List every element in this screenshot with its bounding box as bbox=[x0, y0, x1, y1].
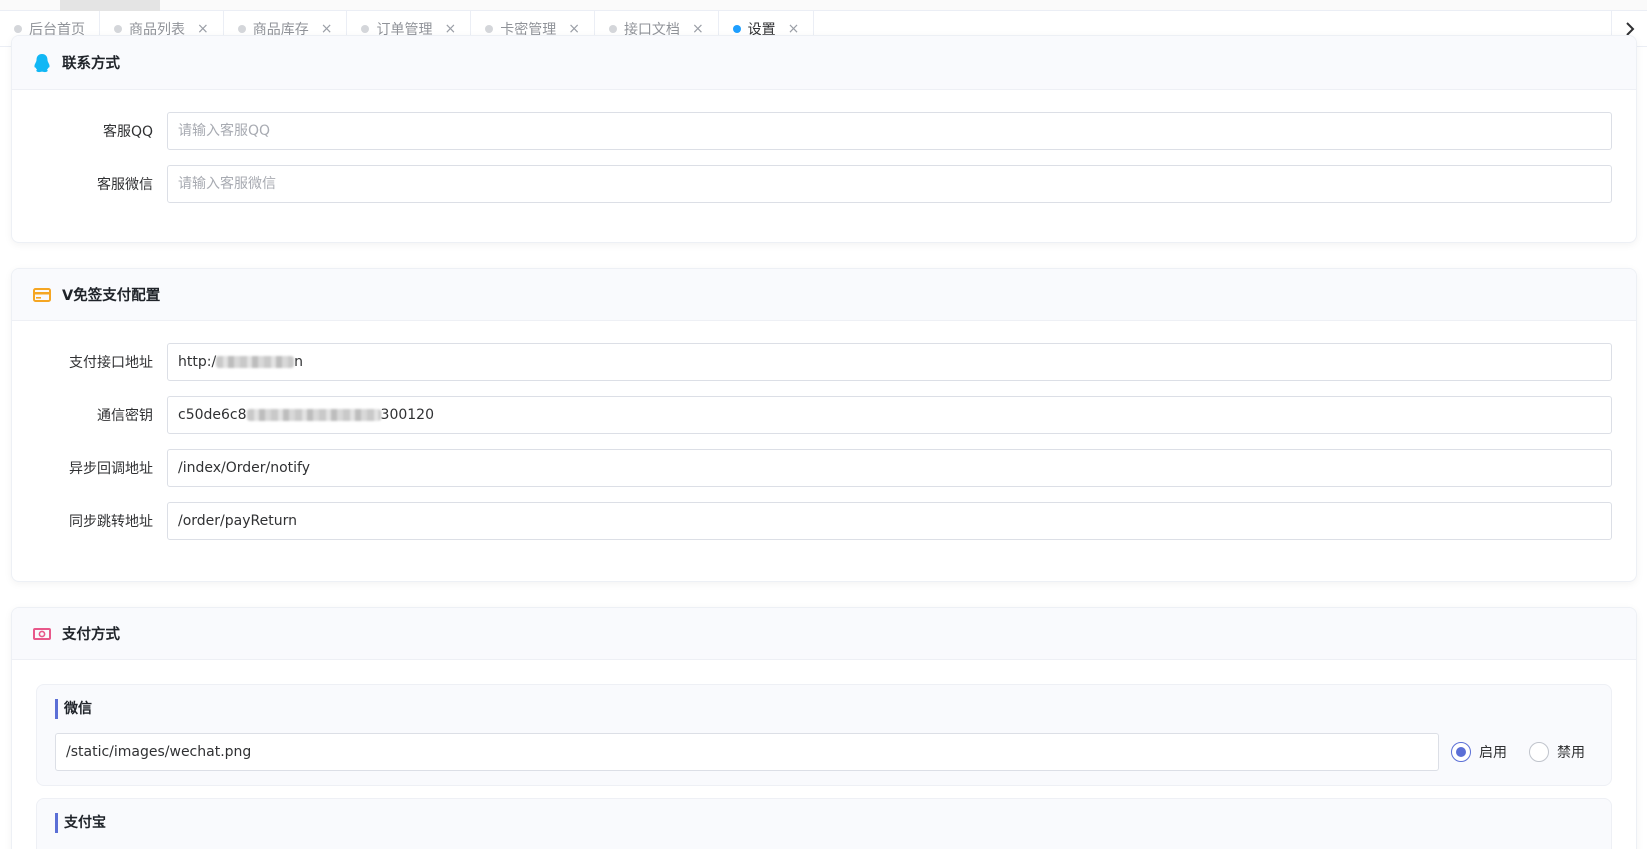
api-url-label: 支付接口地址 bbox=[69, 355, 153, 371]
tab-dot bbox=[14, 25, 22, 33]
card-header: 联系方式 bbox=[12, 36, 1636, 90]
payment-method-name: 支付宝 bbox=[55, 813, 1593, 833]
wechat-label: 客服微信 bbox=[97, 177, 153, 193]
wechat-image-input[interactable] bbox=[55, 733, 1439, 771]
redacted-mask bbox=[216, 356, 295, 368]
disable-label: 禁用 bbox=[1557, 745, 1585, 761]
enable-label: 启用 bbox=[1479, 745, 1507, 761]
close-icon[interactable]: × bbox=[321, 22, 333, 36]
tab-dot bbox=[608, 25, 617, 33]
tab-dot bbox=[237, 25, 246, 33]
top-handle bbox=[60, 0, 160, 11]
contact-card: 联系方式 客服QQ 客服微信 bbox=[11, 35, 1637, 243]
notify-url-label: 异步回调地址 bbox=[69, 461, 153, 477]
payment-method-name: 微信 bbox=[55, 699, 1593, 719]
secret-key-suffix: 300120 bbox=[380, 407, 434, 423]
radio-checked-icon bbox=[1451, 742, 1471, 762]
disable-radio[interactable]: 禁用 bbox=[1529, 742, 1585, 762]
radio-unchecked-icon bbox=[1529, 742, 1549, 762]
api-url-prefix: http:/ bbox=[178, 354, 217, 370]
return-url-input[interactable] bbox=[167, 502, 1612, 540]
payment-methods-card: 支付方式 微信 启用 禁用 支付宝 bbox=[11, 607, 1637, 849]
card-title: V免签支付配置 bbox=[62, 288, 161, 304]
wechat-input[interactable] bbox=[167, 165, 1612, 203]
tab-dot bbox=[485, 25, 494, 33]
chevron-right-icon bbox=[1625, 21, 1634, 36]
notify-url-input[interactable] bbox=[167, 449, 1612, 487]
qq-penguin-icon bbox=[32, 53, 52, 73]
api-url-input[interactable]: http:/ n bbox=[167, 343, 1612, 381]
secret-key-prefix: c50de6c8 bbox=[178, 407, 247, 423]
close-icon[interactable]: × bbox=[788, 22, 800, 36]
vpay-config-card: V免签支付配置 支付接口地址 http:/ n 通信密钥 c50de6c8 3001… bbox=[11, 268, 1637, 582]
close-icon[interactable]: × bbox=[692, 22, 704, 36]
card-header: 支付方式 bbox=[12, 608, 1636, 660]
card-title: 支付方式 bbox=[62, 627, 120, 643]
secret-key-label: 通信密钥 bbox=[97, 408, 153, 424]
close-icon[interactable]: × bbox=[444, 22, 456, 36]
banknote-icon bbox=[32, 624, 52, 644]
close-icon[interactable]: × bbox=[568, 22, 580, 36]
card-header: V免签支付配置 bbox=[12, 269, 1636, 321]
top-strip bbox=[0, 0, 1647, 11]
api-url-suffix: n bbox=[294, 354, 304, 370]
enable-radio[interactable]: 启用 bbox=[1451, 742, 1507, 762]
qq-input[interactable] bbox=[167, 112, 1612, 150]
tab-dot bbox=[732, 25, 741, 33]
return-url-label: 同步跳转地址 bbox=[69, 514, 153, 530]
payment-method-wechat: 微信 启用 禁用 bbox=[36, 684, 1612, 786]
card-title: 联系方式 bbox=[62, 56, 120, 72]
payment-method-alipay: 支付宝 bbox=[36, 798, 1612, 849]
tab-dot bbox=[114, 25, 122, 33]
credit-card-icon bbox=[32, 285, 52, 305]
qq-label: 客服QQ bbox=[102, 124, 153, 140]
close-icon[interactable]: × bbox=[197, 22, 209, 36]
secret-key-input[interactable]: c50de6c8 300120 bbox=[167, 396, 1612, 434]
tab-dot bbox=[361, 25, 370, 33]
redacted-mask bbox=[246, 409, 381, 421]
